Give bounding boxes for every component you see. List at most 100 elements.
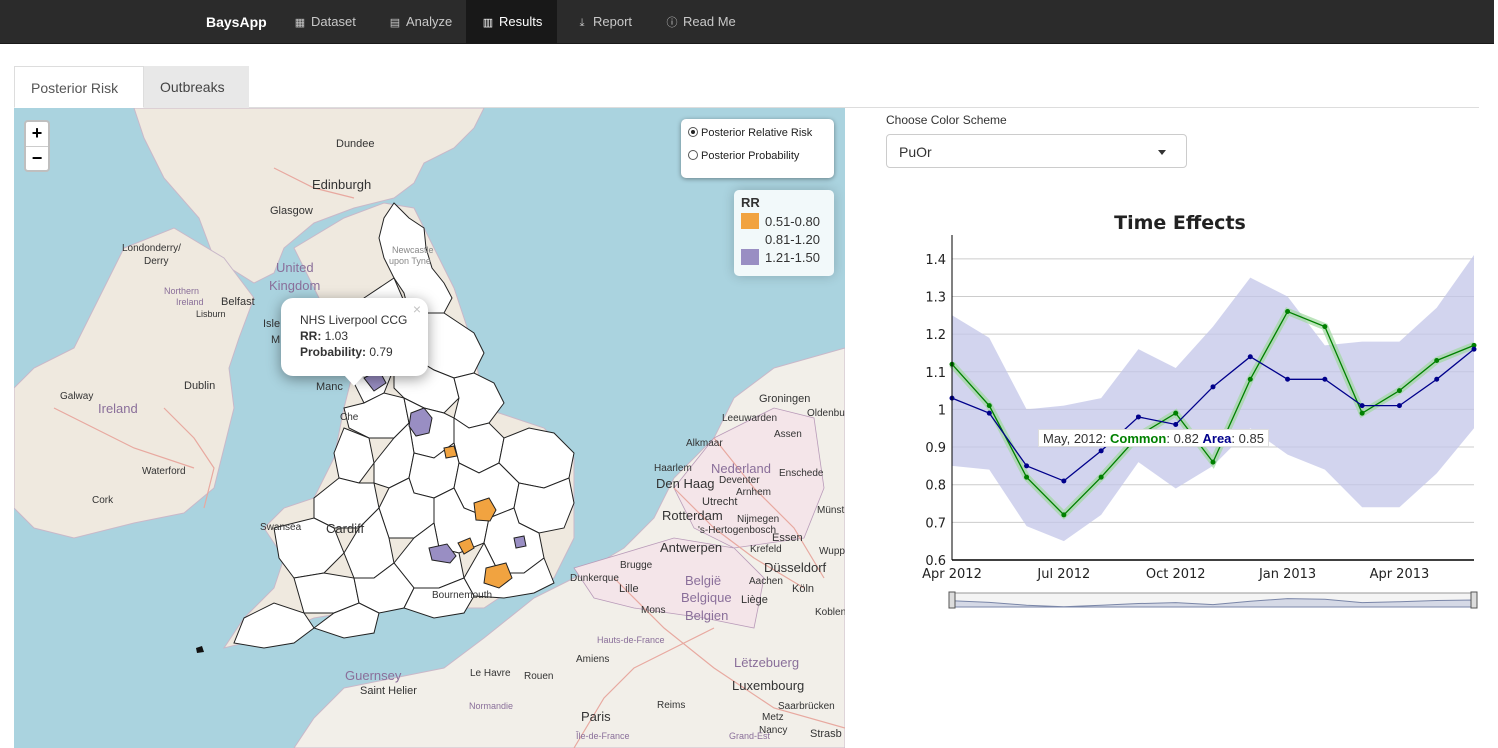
label-koblenz: Koblen (815, 607, 845, 618)
label-essen: Essen (772, 532, 803, 544)
point-common (1024, 474, 1030, 480)
y-tick-label: 1.2 (925, 328, 946, 343)
label-newcastle: Newcastle (392, 245, 434, 255)
y-tick-label: 0.9 (925, 441, 946, 456)
label-wuppertal: Wupp (819, 546, 845, 557)
label-rotterdam: Rotterdam (662, 508, 723, 523)
nav-report-label: Report (593, 14, 633, 29)
x-tick-label: Apr 2012 (922, 567, 982, 582)
legend-label: 0.81-1.20 (765, 232, 820, 247)
y-tick-label: 1.1 (925, 366, 946, 381)
label-waterford: Waterford (142, 466, 186, 477)
point-area (1098, 448, 1104, 454)
label-enschede: Enschede (779, 468, 824, 479)
label-man: M (271, 334, 281, 346)
nav-analyze-label: Analyze (406, 14, 453, 29)
hover-date: May, 2012: (1043, 431, 1107, 446)
hover-common-label: Common (1109, 431, 1167, 446)
point-area (1359, 403, 1365, 409)
window-edge (1494, 0, 1498, 44)
layer-option-relative-risk[interactable]: Posterior Relative Risk (688, 125, 827, 148)
range-handle-right (1470, 591, 1478, 609)
nav-read-me-label: Read Me (683, 14, 736, 29)
label-nijmegen: Nijmegen (737, 514, 780, 525)
point-area (1247, 354, 1253, 360)
label-lille: Lille (619, 583, 639, 595)
nav-dataset-label: Dataset (311, 14, 356, 29)
popup-prob-label: Probability: (300, 345, 367, 359)
land-ireland (14, 227, 255, 539)
color-scheme-value: PuOr (899, 144, 932, 160)
label-northern: Northern (164, 286, 200, 296)
label-brugge: Brugge (620, 560, 653, 571)
label-assen: Assen (774, 429, 802, 440)
radio-unselected-icon[interactable] (688, 150, 698, 160)
x-tick-label: Oct 2012 (1146, 567, 1206, 582)
legend-label: 1.21-1.50 (765, 250, 820, 265)
nav-results[interactable]: ▥ Results (466, 0, 558, 44)
y-tick-label: 1.3 (925, 290, 946, 305)
legend-label: 0.51-0.80 (765, 214, 820, 229)
label-dundee: Dundee (336, 138, 375, 150)
label-groningen: Groningen (759, 393, 811, 405)
label-strasbourg: Strasb (810, 728, 842, 740)
info-icon: ⓘ (666, 17, 678, 29)
hover-common-value: 0.82 (1173, 431, 1199, 446)
point-common (1396, 388, 1402, 394)
nav-analyze[interactable]: ▤ Analyze (373, 0, 467, 44)
nav-read-me[interactable]: ⓘ Read Me (650, 0, 751, 44)
label-belgique: Belgique (681, 590, 732, 605)
color-scheme-select[interactable]: PuOr (886, 134, 1187, 168)
tab-outbreaks[interactable]: Outbreaks (144, 66, 249, 108)
label-antwerpen: Antwerpen (660, 540, 723, 555)
label-grand-est: Grand-Est (729, 731, 771, 741)
tab-posterior-risk[interactable]: Posterior Risk (14, 66, 144, 108)
label-derry: Derry (144, 256, 169, 267)
color-scheme-label: Choose Color Scheme (886, 113, 1007, 127)
legend-row: 1.21-1.50 (741, 249, 827, 267)
y-tick-label: 1 (938, 403, 946, 418)
legend-swatch (741, 249, 759, 265)
top-navbar: BaysApp ▦ Dataset ▤ Analyze ▥ Results ⤓ Repo… (0, 0, 1498, 44)
zoom-out-button[interactable]: − (26, 146, 48, 170)
point-common (1210, 459, 1216, 465)
app-brand[interactable]: BaysApp (206, 0, 267, 44)
nav-dataset[interactable]: ▦ Dataset (278, 0, 371, 44)
label-saarbrucken: Saarbrücken (778, 701, 835, 712)
label-galway: Galway (60, 391, 94, 402)
y-tick-label: 0.7 (925, 516, 946, 531)
time-effects-chart[interactable]: Time Effects 0.6 0.7 0.8 0.9 1 1.1 1.2 1.3 1.4 Ap… (900, 205, 1490, 615)
point-common (986, 403, 992, 409)
y-tick-label: 1.4 (925, 253, 946, 268)
layer-option-probability[interactable]: Posterior Probability (688, 148, 827, 171)
label-belgien: Belgien (685, 608, 729, 623)
label-rouen: Rouen (524, 671, 554, 682)
label-dusseldorf: Düsseldorf (764, 560, 827, 575)
label-dunkerque: Dunkerque (570, 573, 619, 584)
legend-row: 0.81-1.20 (741, 231, 827, 249)
region-popup: × NHS Liverpool CCG RR: 1.03 Probability… (281, 298, 428, 386)
hover-area-value: 0.85 (1238, 431, 1264, 446)
nav-report[interactable]: ⤓ Report (560, 0, 647, 44)
point-common (1061, 512, 1067, 518)
map-view[interactable]: Dundee Edinburgh Glasgow Londonderry/ De… (14, 108, 845, 748)
result-tabs: Posterior Risk Outbreaks (14, 66, 1479, 108)
layer-option-label: Posterior Relative Risk (701, 127, 813, 139)
label-nederland: Nederland (711, 461, 771, 476)
label-guernsey: Guernsey (345, 668, 402, 683)
calculator-icon: ▤ (389, 17, 401, 29)
point-area (1210, 384, 1216, 390)
label-cardiff: Cardiff (326, 521, 365, 536)
popup-close-button[interactable]: × (413, 301, 421, 317)
label-liege: Liège (741, 594, 768, 606)
map-canvas (14, 108, 845, 748)
nav-results-label: Results (499, 14, 543, 29)
label-krefeld: Krefeld (750, 544, 782, 555)
radio-selected-icon[interactable] (688, 127, 698, 137)
x-tick-label: Apr 2013 (1370, 567, 1430, 582)
zoom-in-button[interactable]: + (26, 122, 48, 146)
label-cork: Cork (92, 495, 114, 506)
label-alkmaar: Alkmaar (686, 438, 723, 449)
label-bournemouth: Bournemouth (432, 590, 493, 601)
caret-down-icon (1158, 150, 1166, 155)
